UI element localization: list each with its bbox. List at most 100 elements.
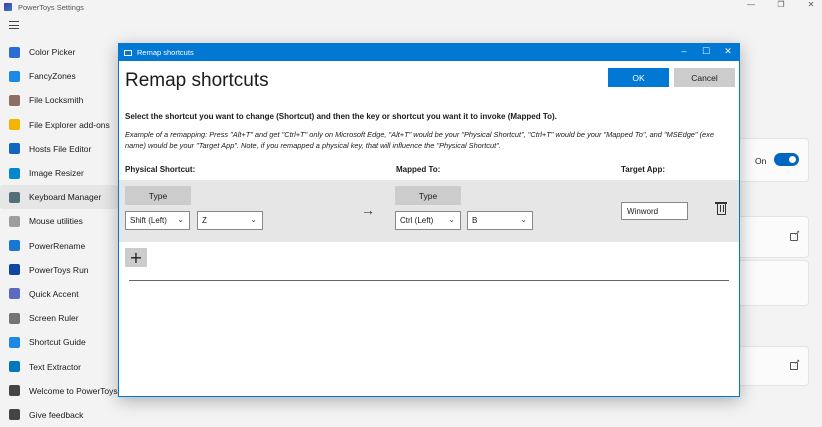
sidebar-item-screen-ruler[interactable]: Screen Ruler [0, 306, 118, 330]
powertoys-logo-icon [4, 3, 12, 11]
sidebar-item-label: Shortcut Guide [29, 337, 86, 348]
sidebar-item-fancyzones[interactable]: FancyZones [0, 64, 118, 88]
dropdown-value: Ctrl (Left) [400, 216, 434, 225]
sidebar-item-label: Hosts File Editor [29, 143, 92, 154]
image-icon [9, 167, 20, 179]
sidebar-item-label: Give feedback [29, 409, 84, 420]
sidebar-item-label: Quick Accent [29, 288, 79, 299]
run-icon [9, 264, 20, 276]
dropdown-value: Z [202, 216, 207, 225]
trash-icon[interactable] [715, 202, 727, 215]
settings-card-learn-more[interactable] [740, 346, 809, 386]
dialog-title: Remap shortcuts [137, 48, 194, 57]
enable-toggle[interactable] [774, 153, 799, 166]
sidebar-item-hosts-file-editor[interactable]: Hosts File Editor [0, 137, 118, 161]
sidebar-item-image-resizer[interactable]: Image Resizer [0, 161, 118, 185]
sidebar-item-file-explorer-add-ons[interactable]: File Explorer add-ons [0, 113, 118, 137]
keyboard-icon [9, 191, 20, 203]
fancyzones-icon [9, 70, 20, 82]
sidebar-item-file-locksmith[interactable]: File Locksmith [0, 88, 118, 112]
physical-modifier-dropdown[interactable]: Shift (Left) ⌄ [125, 211, 190, 230]
mouse-icon [9, 215, 20, 227]
sidebar-item-label: Color Picker [29, 47, 76, 58]
sidebar-item-label: Mouse utilities [29, 216, 83, 227]
sidebar-item-label: Screen Ruler [29, 313, 79, 324]
sidebar-item-label: Text Extractor [29, 361, 81, 372]
window-titlebar: PowerToys Settings — ❐ ✕ [0, 0, 822, 14]
hamburger-menu-icon[interactable] [9, 21, 19, 29]
divider [129, 280, 729, 281]
chevron-down-icon: ⌄ [448, 215, 455, 224]
sidebar-item-label: PowerToys Run [29, 264, 89, 275]
color-picker-icon [9, 46, 20, 58]
minimize-icon[interactable]: — [746, 0, 756, 9]
ok-button[interactable]: OK [608, 68, 669, 87]
physical-shortcut-header: Physical Shortcut: [125, 165, 196, 174]
chevron-down-icon: ⌄ [250, 215, 257, 224]
feedback-icon [9, 409, 20, 421]
dropdown-value: Shift (Left) [130, 216, 167, 225]
sidebar-item-mouse-utilities[interactable]: Mouse utilities [0, 209, 118, 233]
sidebar-item-color-picker[interactable]: Color Picker [0, 40, 118, 64]
lock-icon [9, 94, 20, 106]
folder-icon [9, 119, 20, 131]
page-title: Remap shortcuts [125, 70, 269, 91]
minimize-icon[interactable]: – [679, 46, 689, 57]
accent-icon [9, 288, 20, 300]
example-text: Example of a remapping: Press "Alt+T" an… [125, 130, 714, 150]
sidebar-item-keyboard-manager[interactable]: Keyboard Manager [0, 185, 118, 210]
shortcut-guide-icon [9, 336, 20, 348]
sidebar-item-label: Keyboard Manager [29, 192, 102, 203]
instructions-text: Select the shortcut you want to change (… [125, 112, 557, 121]
sidebar-item-label: File Explorer add-ons [29, 119, 110, 130]
cancel-button[interactable]: Cancel [674, 68, 735, 87]
close-icon[interactable]: ✕ [806, 0, 816, 9]
target-app-input[interactable]: Winword [621, 202, 688, 220]
toggle-label: On [755, 156, 767, 166]
text-extractor-icon [9, 361, 20, 373]
open-external-icon[interactable] [790, 358, 800, 370]
add-shortcut-button[interactable]: + [125, 248, 147, 267]
remap-shortcuts-dialog: Remap shortcuts – ☐ ✕ Remap shortcuts OK… [118, 43, 740, 397]
maximize-icon[interactable]: ☐ [701, 46, 711, 57]
maximize-icon[interactable]: ❐ [776, 0, 786, 9]
physical-key-dropdown[interactable]: Z ⌄ [197, 211, 263, 230]
mapped-to-header: Mapped To: [396, 165, 441, 174]
mapped-modifier-dropdown[interactable]: Ctrl (Left) ⌄ [395, 211, 461, 230]
mapped-type-button[interactable]: Type [395, 186, 461, 205]
window-controls: — ❐ ✕ [746, 0, 816, 9]
dialog-titlebar: Remap shortcuts – ☐ ✕ [119, 44, 739, 61]
sidebar-item-give-feedback[interactable]: Give feedback [0, 403, 118, 427]
physical-type-button[interactable]: Type [125, 186, 191, 205]
sidebar-item-label: File Locksmith [29, 95, 84, 106]
target-app-header: Target App: [621, 165, 665, 174]
sidebar-item-label: FancyZones [29, 71, 76, 82]
window-title: PowerToys Settings [18, 2, 84, 12]
sidebar-item-powertoys-run[interactable]: PowerToys Run [0, 258, 118, 282]
welcome-icon [9, 385, 20, 397]
chevron-down-icon: ⌄ [177, 215, 184, 224]
ruler-icon [9, 312, 20, 324]
sidebar-item-powerrename[interactable]: PowerRename [0, 234, 118, 258]
dialog-window-controls: – ☐ ✕ [679, 46, 733, 57]
dropdown-value: B [472, 216, 478, 225]
sidebar-item-text-extractor[interactable]: Text Extractor [0, 354, 118, 378]
sidebar-item-label: Image Resizer [29, 168, 84, 179]
sidebar-item-shortcut-guide[interactable]: Shortcut Guide [0, 330, 118, 354]
sidebar-item-quick-accent[interactable]: Quick Accent [0, 282, 118, 306]
settings-card-remap-keys[interactable] [740, 216, 809, 258]
rename-icon [9, 240, 20, 252]
open-external-icon[interactable] [790, 229, 800, 241]
hosts-icon [9, 143, 20, 155]
sidebar: Color Picker FancyZones File Locksmith File… [0, 40, 118, 427]
keyboard-icon [124, 49, 132, 56]
sidebar-item-welcome-to-powertoys[interactable]: Welcome to PowerToys [0, 379, 118, 403]
close-icon[interactable]: ✕ [723, 46, 733, 57]
chevron-down-icon: ⌄ [520, 215, 527, 224]
mapped-key-dropdown[interactable]: B ⌄ [467, 211, 533, 230]
arrow-right-icon: → [361, 202, 375, 218]
mapping-row: Type Shift (Left) ⌄ Z ⌄ → Type Ctrl (Lef… [119, 180, 739, 242]
settings-card-remap-shortcuts[interactable] [740, 260, 809, 306]
sidebar-item-label: Welcome to PowerToys [29, 385, 118, 396]
sidebar-item-label: PowerRename [29, 240, 86, 251]
